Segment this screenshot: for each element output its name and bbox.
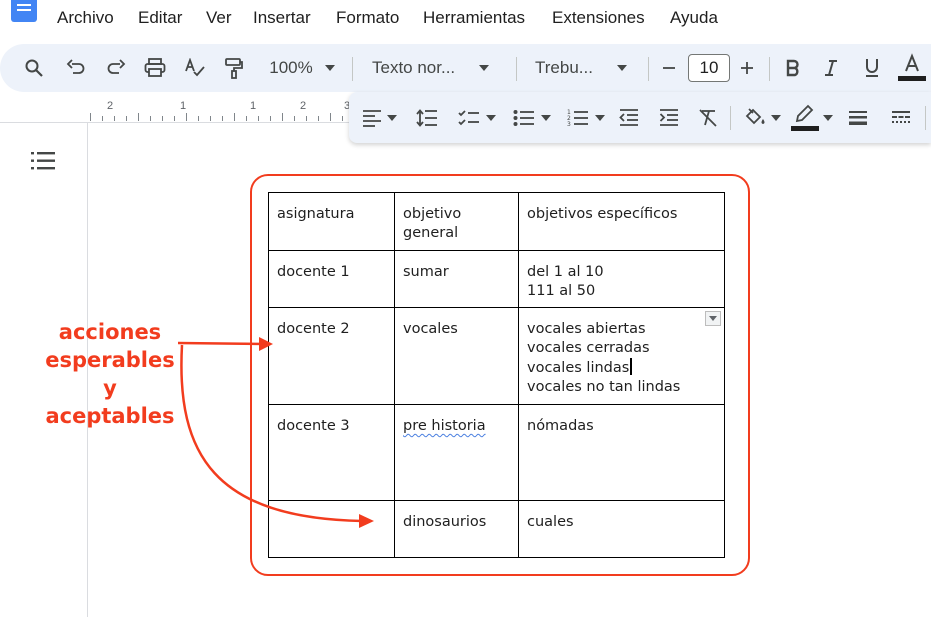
annotation-arrows	[177, 337, 374, 528]
arrowhead-icon	[259, 337, 273, 351]
arrowhead-icon	[359, 514, 374, 528]
arrow-to-empty-cell	[180, 344, 363, 523]
arrow-to-docente-2	[177, 341, 267, 346]
